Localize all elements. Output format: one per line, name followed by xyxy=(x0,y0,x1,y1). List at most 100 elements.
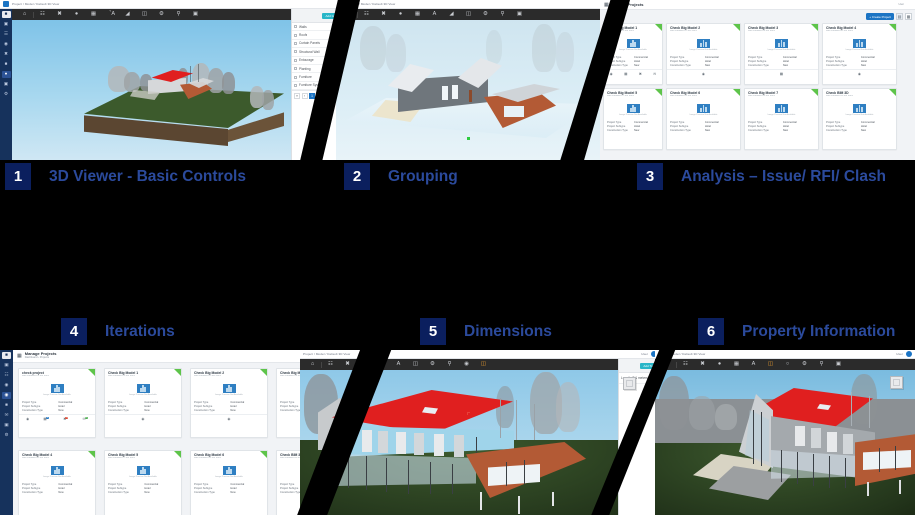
pan-icon[interactable]: ● xyxy=(356,359,373,370)
comment-icon[interactable]: ✉ xyxy=(2,412,11,419)
pan-icon[interactable]: ● xyxy=(711,359,728,370)
pagination-first[interactable]: « xyxy=(294,93,300,100)
dimensions-toolbar[interactable]: ⌂ ☷ ✖ ● ▦ A ◫ ⚙ ⚲ ◉ ◫ xyxy=(300,359,660,370)
dashboard-icon[interactable]: ▣ xyxy=(2,362,11,369)
home-icon[interactable]: ⌂ xyxy=(16,9,33,20)
issue-icon[interactable]: ▦0 xyxy=(43,417,50,421)
view-3d-icon[interactable]: ◉ xyxy=(858,72,861,76)
property-toolbar[interactable]: ⌂ ☷ ✖ ● ▦ A ◫ ○ ⚙ ⚲ ▣ xyxy=(655,359,915,370)
project-card-actions[interactable]: ◉ xyxy=(823,69,896,78)
search-icon[interactable]: ⚲ xyxy=(813,359,830,370)
info-icon[interactable]: ◉ xyxy=(458,359,475,370)
pagination-prev[interactable]: ‹ xyxy=(301,93,308,100)
layers-icon[interactable]: ◫ xyxy=(407,359,424,370)
clash-icon[interactable]: ✖0 xyxy=(63,417,69,421)
section-icon[interactable]: ▦ xyxy=(728,359,745,370)
properties-panel-tab[interactable] xyxy=(655,370,658,384)
orbit-icon[interactable]: ✖ xyxy=(694,359,711,370)
settings-icon[interactable]: ⚙ xyxy=(153,9,170,20)
properties-icon[interactable]: ◉ xyxy=(2,382,11,389)
save-icon[interactable]: ▣ xyxy=(511,9,528,20)
markup-icon[interactable]: ◢ xyxy=(443,9,460,20)
settings-icon[interactable]: ⚙ xyxy=(796,359,813,370)
model-tree-icon[interactable]: ☷ xyxy=(2,372,11,379)
fit-to-screen-icon[interactable]: ☷ xyxy=(358,9,375,20)
project-card-actions[interactable]: ◉ ▦0 ✖0 ✉0 xyxy=(19,414,95,423)
settings-icon[interactable]: ⚙ xyxy=(2,432,11,439)
project-card[interactable]: Check BIM 3D Last modified 02 Jun 2021 I… xyxy=(822,88,897,150)
project-card[interactable]: Check Big Model 5 Last modified 07 Jun 2… xyxy=(603,88,663,150)
panel-property-information[interactable]: Project / Model / Default 3D View User ⌂… xyxy=(655,350,915,515)
checkbox-icon[interactable] xyxy=(294,33,297,37)
project-card[interactable]: Check Big Model 2 Last modified 11 Jun 2… xyxy=(666,23,741,85)
project-card[interactable]: Check Big Model 6 Last modified 05 Jun 2… xyxy=(666,88,741,150)
markup-icon[interactable]: A xyxy=(390,359,407,370)
checkbox-icon[interactable] xyxy=(294,67,297,71)
view-3d-icon[interactable]: ◉ xyxy=(610,72,613,76)
project-card[interactable]: Check Big Model 5 Last modified 07 Jun 2… xyxy=(104,450,182,515)
orbit-icon[interactable]: ✖ xyxy=(51,9,68,20)
project-card-actions[interactable]: ◉ xyxy=(105,414,181,423)
checkbox-icon[interactable] xyxy=(294,83,297,87)
project-card[interactable]: Check Big Model 1 Last modified 12 Jun 2… xyxy=(603,23,663,85)
pan-icon[interactable]: ● xyxy=(392,9,409,20)
project-card[interactable]: Check Big Model 7 Last modified 04 Jun 2… xyxy=(744,88,819,150)
folder-icon[interactable]: ■ xyxy=(2,402,11,409)
measure-icon[interactable]: A xyxy=(426,9,443,20)
project-card[interactable]: check project Last modified 14 Jun 2021 … xyxy=(18,368,96,438)
view-3d-icon[interactable]: ▦ xyxy=(780,72,783,76)
properties-icon[interactable]: ◫ xyxy=(762,359,779,370)
rfi-icon[interactable]: ✉ xyxy=(653,72,656,76)
orbit-icon[interactable]: ✖ xyxy=(339,359,356,370)
measure-icon[interactable]: ︑A xyxy=(102,9,119,20)
orbit-icon[interactable]: ✖ xyxy=(375,9,392,20)
project-card-actions[interactable]: ◉ xyxy=(667,69,740,78)
panel-dimensions[interactable]: Project / Model / Default 3D View User ⌂… xyxy=(300,350,660,515)
search-icon[interactable]: ⚲ xyxy=(494,9,511,20)
panel-grouping[interactable]: Project / Model / Default 3D View ⌂ ☷ ✖ … xyxy=(336,0,636,160)
viewport-property[interactable] xyxy=(655,370,915,515)
markup-icon[interactable]: A xyxy=(745,359,762,370)
save-icon[interactable]: ▣ xyxy=(830,359,847,370)
pagination-page[interactable]: 2 xyxy=(316,93,323,100)
section-icon[interactable]: ▦ xyxy=(409,9,426,20)
view-3d-icon[interactable]: ◉ xyxy=(26,417,29,421)
section-icon[interactable]: ▦ xyxy=(85,9,102,20)
pagination-page[interactable]: 1 xyxy=(309,93,315,100)
project-card[interactable]: Check Big Model 1 Last modified 12 Jun 2… xyxy=(104,368,182,438)
grouping-toolbar[interactable]: ⌂ ☷ ✖ ● ▦ A ◢ ◫ ⚙ ⚲ ▣ xyxy=(336,9,636,20)
panel-analysis[interactable]: ▦ Manage Projects User + Create Project … xyxy=(600,0,915,160)
project-card[interactable]: Check Big Model 2 Last modified 11 Jun 2… xyxy=(190,368,268,438)
checkbox-icon[interactable] xyxy=(294,50,297,54)
viewport-dimensions[interactable] xyxy=(300,370,660,515)
comment-icon[interactable]: ● xyxy=(1,71,11,78)
home-icon[interactable]: ⌂ xyxy=(340,9,357,20)
rfi-icon[interactable]: ✉0 xyxy=(83,417,88,421)
report-icon[interactable]: ▣ xyxy=(2,422,11,429)
panel-iterations[interactable]: ■ ▣ ☷ ◉ ◉ ■ ✉ ▣ ⚙ ▦ Manage Projects Dash… xyxy=(0,350,320,515)
fit-to-screen-icon[interactable]: ☷ xyxy=(677,359,694,370)
pagination-page[interactable]: 3 xyxy=(324,93,330,100)
layers-icon[interactable]: ◫ xyxy=(136,9,153,20)
model-tree-icon[interactable]: ☰ xyxy=(2,31,11,38)
view-3d-icon[interactable]: ◉ xyxy=(702,72,705,76)
viewcube-icon[interactable] xyxy=(890,376,903,389)
viewcube-icon[interactable] xyxy=(623,377,636,390)
clash-icon[interactable]: ✖ xyxy=(639,72,642,76)
checkbox-icon[interactable] xyxy=(294,41,297,45)
panel-3d-viewer[interactable]: Project / Model / Default 3D View ■ ▣ ☰ … xyxy=(0,0,345,160)
folder-icon[interactable]: ■ xyxy=(2,61,11,68)
project-card[interactable]: Check Big Model 4 Last modified 08 Jun 2… xyxy=(18,450,96,515)
checkbox-icon[interactable] xyxy=(294,58,297,62)
save-icon[interactable]: ▣ xyxy=(187,9,204,20)
section-icon[interactable]: ▦ xyxy=(373,359,390,370)
measure-tool-panel[interactable]: Add Tool Length (5.1 meters) xyxy=(618,359,660,515)
properties-icon[interactable]: ◉ xyxy=(2,41,11,48)
iterations-nav-rail[interactable]: ■ ▣ ☷ ◉ ◉ ■ ✉ ▣ ⚙ xyxy=(0,350,13,515)
search-icon[interactable]: ⚲ xyxy=(441,359,458,370)
grid-view-icon[interactable]: ▤ xyxy=(896,13,903,20)
settings-icon[interactable]: ⚙ xyxy=(424,359,441,370)
project-card-actions[interactable]: ◉ xyxy=(191,414,267,423)
projects-icon[interactable]: ◉ xyxy=(2,392,11,399)
project-card[interactable]: Check Big Model 6 Last modified 05 Jun 2… xyxy=(190,450,268,515)
